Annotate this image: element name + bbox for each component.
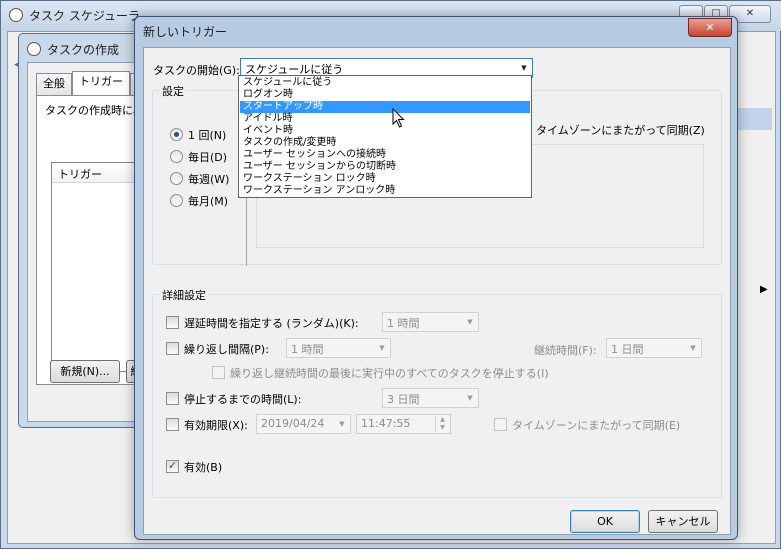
- settings-legend: 設定: [160, 83, 186, 99]
- dropdown-option[interactable]: スケジュールに従う: [240, 77, 530, 89]
- radio-monthly[interactable]: [170, 194, 183, 207]
- dropdown-option[interactable]: ユーザー セッションからの切断時: [240, 161, 530, 173]
- chevron-down-icon: ▼: [339, 420, 345, 428]
- start-label: タスクの開始(G):: [153, 64, 240, 77]
- clock-icon: [9, 8, 23, 22]
- dropdown-option[interactable]: ワークステーション アンロック時: [240, 185, 530, 197]
- dropdown-option[interactable]: ワークステーション ロック時: [240, 173, 530, 185]
- advanced-legend: 詳細設定: [160, 287, 208, 303]
- radio-once-label: 1 回(N): [188, 129, 227, 142]
- duration-combo[interactable]: 1 日間 ▼: [606, 338, 702, 358]
- chevron-down-icon: ▼: [379, 344, 385, 352]
- stop-all-checkbox[interactable]: [212, 366, 225, 379]
- dropdown-option-selected[interactable]: スタートアップ時: [240, 101, 530, 113]
- repeat-combo[interactable]: 1 時間 ▼: [286, 338, 391, 358]
- radio-daily-label: 毎日(D): [188, 151, 228, 164]
- dropdown-option[interactable]: タスクの作成/変更時: [240, 137, 530, 149]
- trigger-column-header: トリガー: [58, 168, 102, 181]
- delay-combo-value: 1 時間: [387, 317, 420, 330]
- duration-combo-value: 1 日間: [611, 343, 644, 356]
- dropdown-option[interactable]: ログオン時: [240, 89, 530, 101]
- dropdown-option[interactable]: アイドル時: [240, 113, 530, 125]
- start-dropdown-list: スケジュールに従う ログオン時 スタートアップ時 アイドル時 イベント時 タスク…: [238, 75, 532, 198]
- triggers-description: タスクの作成時に、: [45, 104, 144, 117]
- tab-general[interactable]: 全般: [36, 73, 72, 95]
- chevron-down-icon: ▼: [467, 318, 473, 326]
- repeat-checkbox[interactable]: [166, 342, 179, 355]
- stop-all-label: 繰り返し継続時間の最後に実行中のすべてのタスクを停止する(I): [230, 367, 549, 380]
- repeat-combo-value: 1 時間: [291, 343, 324, 356]
- radio-weekly[interactable]: [170, 172, 183, 185]
- stop-after-combo[interactable]: 3 日間 ▼: [382, 388, 479, 408]
- dialog-title: 新しいトリガー: [143, 25, 228, 39]
- ok-button[interactable]: OK: [570, 510, 640, 533]
- radio-dot: [174, 132, 179, 137]
- dialog-close-button[interactable]: ✕: [688, 18, 732, 37]
- chevron-down-icon: ▼: [467, 394, 473, 402]
- delay-label: 遅延時間を指定する (ランダム)(K):: [184, 317, 359, 330]
- dropdown-option[interactable]: イベント時: [240, 125, 530, 137]
- delay-checkbox[interactable]: [166, 316, 179, 329]
- expire-label: 有効期限(X):: [184, 419, 248, 432]
- expire-date-value: 2019/04/24: [261, 417, 325, 430]
- repeat-label: 繰り返し間隔(P):: [184, 343, 269, 356]
- expand-arrow-icon[interactable]: ▶: [760, 284, 768, 295]
- create-task-title: タスクの作成: [47, 43, 120, 57]
- expire-sync-checkbox[interactable]: [494, 418, 507, 431]
- expire-sync-label: タイムゾーンにまたがって同期(E): [512, 419, 681, 432]
- stop-after-combo-value: 3 日間: [387, 393, 420, 406]
- radio-daily[interactable]: [170, 150, 183, 163]
- duration-label: 継続時間(F):: [534, 344, 597, 357]
- scheduler-title: タスク スケジューラ: [29, 9, 140, 23]
- expire-time-picker[interactable]: 11:47:55 ▲ ▼: [356, 414, 451, 434]
- enabled-checkbox[interactable]: ✓: [166, 460, 179, 473]
- enabled-label: 有効(B): [184, 461, 223, 474]
- expire-date-picker[interactable]: 2019/04/24 ▼: [256, 414, 351, 434]
- new-trigger-button[interactable]: 新規(N)...: [50, 360, 120, 383]
- dropdown-option[interactable]: ユーザー セッションへの接続時: [240, 149, 530, 161]
- tab-triggers[interactable]: トリガー: [72, 71, 130, 95]
- clock-icon: [27, 42, 41, 56]
- radio-monthly-label: 毎月(M): [188, 195, 229, 208]
- expire-time-value: 11:47:55: [361, 417, 411, 430]
- sync-tz-label: タイムゾーンにまたがって同期(Z): [536, 124, 705, 137]
- radio-weekly-label: 毎週(W): [188, 173, 230, 186]
- stop-after-checkbox[interactable]: [166, 392, 179, 405]
- stop-after-label: 停止するまでの時間(L):: [184, 393, 302, 406]
- expire-checkbox[interactable]: [166, 418, 179, 431]
- chevron-down-icon: ▼: [690, 344, 696, 352]
- spinner-icon[interactable]: ▲ ▼: [435, 416, 449, 432]
- actions-pane-header: [736, 108, 772, 130]
- cancel-button[interactable]: キャンセル: [648, 510, 718, 533]
- mouse-cursor-icon: [392, 108, 405, 128]
- radio-once[interactable]: [170, 128, 183, 141]
- delay-combo[interactable]: 1 時間 ▼: [382, 312, 479, 332]
